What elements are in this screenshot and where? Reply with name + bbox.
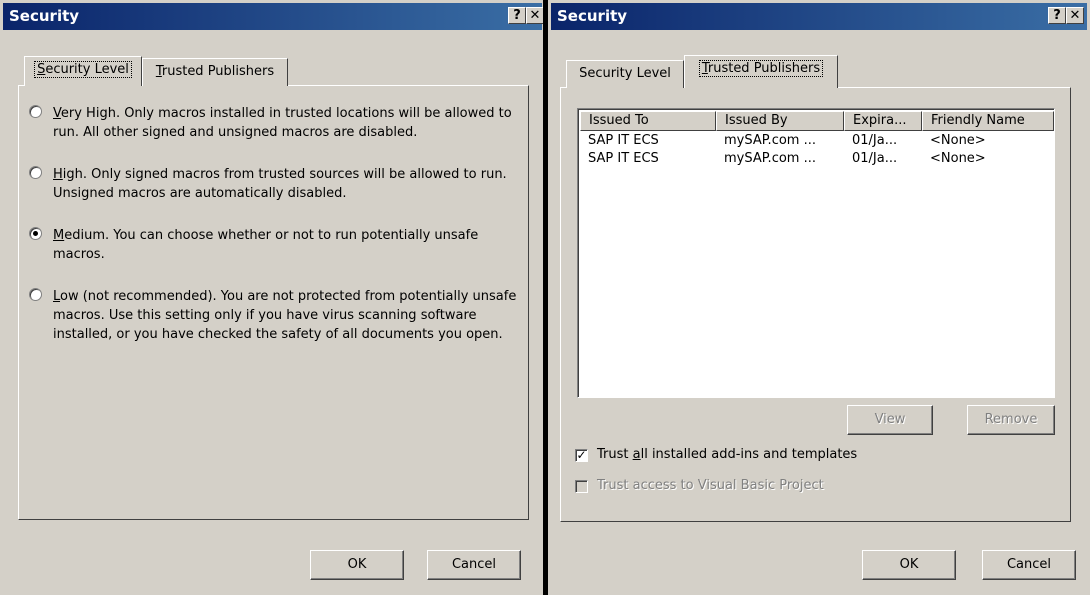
trust-vba-label[interactable]: Trust access to Visual Basic Project: [597, 478, 824, 494]
option-text: igh. Only signed macros from trusted sou…: [53, 167, 507, 201]
ok-button[interactable]: OK: [862, 550, 956, 580]
label-post: ll installed add-ins and templates: [640, 447, 858, 462]
cell-issued-by: mySAP.com ...: [724, 151, 816, 166]
radio-high[interactable]: [29, 166, 42, 179]
option-text: ow (not recommended). You are not protec…: [53, 289, 517, 342]
option-accel: H: [53, 167, 63, 182]
tab-security-level-label: Security Level: [34, 61, 132, 78]
help-button[interactable]: ?: [1048, 7, 1066, 24]
radio-medium[interactable]: [29, 227, 42, 240]
trusted-publishers-panel: Issued To Issued By Expira... Friendly N…: [560, 87, 1071, 522]
cell-friendly-name: <None>: [930, 133, 986, 148]
cell-expiration: 01/Ja...: [852, 151, 898, 166]
title-bar[interactable]: Security ? ✕: [551, 3, 1087, 30]
cell-friendly-name: <None>: [930, 151, 986, 166]
label-accel: a: [632, 447, 641, 462]
security-dialog-left: Security ? ✕ Security Level Trusted Publ…: [0, 0, 545, 595]
tab-label-rest: rusted Publishers: [161, 64, 275, 79]
trust-addins-checkbox[interactable]: ✓: [575, 449, 588, 462]
tab-trusted-publishers-label: Trusted Publishers: [698, 60, 824, 77]
tab-label-first: Security Leve: [579, 66, 668, 81]
close-button[interactable]: ✕: [526, 7, 544, 24]
radio-very-high[interactable]: [29, 105, 42, 118]
option-accel: M: [53, 228, 65, 243]
tab-security-level[interactable]: Security Level: [566, 60, 684, 88]
cell-issued-to: SAP IT ECS: [588, 151, 659, 166]
tab-trusted-publishers-label: Trusted Publishers: [153, 63, 277, 80]
security-level-panel: Very High. Only macros installed in trus…: [18, 85, 529, 520]
tab-security-level-label: Security Level: [576, 65, 674, 82]
trust-addins-label[interactable]: Trust all installed add-ins and template…: [597, 447, 857, 463]
option-medium[interactable]: Medium. You can choose whether or not to…: [29, 226, 533, 264]
close-button[interactable]: ✕: [1066, 7, 1084, 24]
cell-issued-by: mySAP.com ...: [724, 133, 816, 148]
option-very-high[interactable]: Very High. Only macros installed in trus…: [29, 104, 533, 142]
remove-button[interactable]: Remove: [967, 405, 1055, 435]
cell-issued-to: SAP IT ECS: [588, 133, 659, 148]
ok-button[interactable]: OK: [310, 550, 404, 580]
dialog-title: Security: [557, 7, 628, 25]
help-button[interactable]: ?: [508, 7, 526, 24]
publishers-list[interactable]: Issued To Issued By Expira... Friendly N…: [577, 108, 1055, 398]
column-issued-by[interactable]: Issued By: [716, 111, 844, 131]
tab-security-level[interactable]: Security Level: [24, 56, 142, 86]
column-expiration[interactable]: Expira...: [844, 111, 922, 131]
dialog-title: Security: [9, 7, 80, 25]
list-row[interactable]: SAP IT ECS mySAP.com ... 01/Ja... <None>: [580, 132, 1040, 150]
option-low[interactable]: Low (not recommended). You are not prote…: [29, 287, 533, 344]
column-issued-to[interactable]: Issued To: [580, 111, 716, 131]
title-bar[interactable]: Security ? ✕: [3, 3, 544, 30]
tab-label-last: l: [667, 66, 671, 81]
trust-vba-checkbox[interactable]: [575, 480, 588, 493]
option-accel: V: [53, 106, 61, 121]
column-friendly-name[interactable]: Friendly Name: [922, 111, 1054, 131]
cancel-button[interactable]: Cancel: [427, 550, 521, 580]
list-row[interactable]: SAP IT ECS mySAP.com ... 01/Ja... <None>: [580, 150, 1040, 168]
view-button[interactable]: View: [847, 405, 933, 435]
cancel-button[interactable]: Cancel: [982, 550, 1076, 580]
label-pre: Trust: [597, 447, 633, 462]
cell-expiration: 01/Ja...: [852, 133, 898, 148]
list-header: Issued To Issued By Expira... Friendly N…: [580, 111, 1054, 131]
tab-trusted-publishers[interactable]: Trusted Publishers: [684, 55, 838, 88]
tab-label-rest: rusted Publishers: [707, 61, 821, 76]
option-high[interactable]: High. Only signed macros from trusted so…: [29, 165, 533, 203]
option-text: edium. You can choose whether or not to …: [53, 228, 479, 262]
security-dialog-right: Security ? ✕ Security Level Trusted Publ…: [548, 0, 1090, 595]
tab-label-rest: ecurity Level: [45, 62, 129, 77]
radio-low[interactable]: [29, 288, 42, 301]
option-accel: L: [53, 289, 61, 304]
option-text: ery High. Only macros installed in trust…: [53, 106, 512, 140]
tab-trusted-publishers[interactable]: Trusted Publishers: [142, 58, 288, 86]
